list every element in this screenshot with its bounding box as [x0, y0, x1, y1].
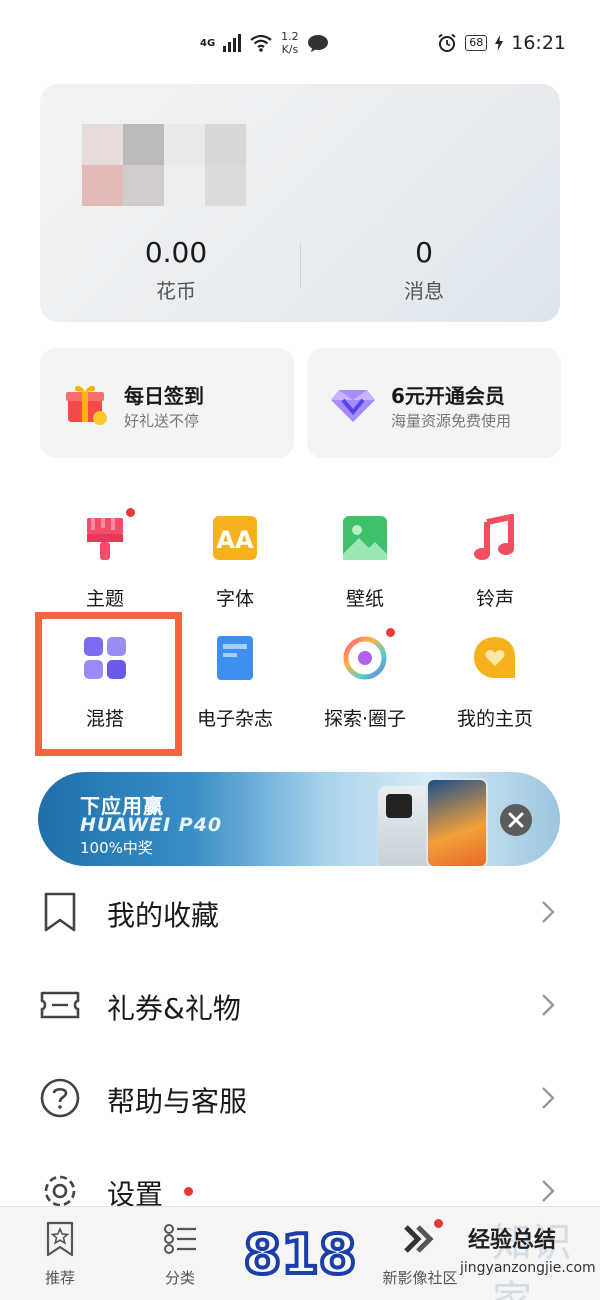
- message-icon: [307, 35, 328, 52]
- banner-line3: 100%中奖: [80, 839, 153, 857]
- menu-item-coupons[interactable]: 礼券&礼物: [0, 961, 600, 1053]
- 818-logo-icon: 818: [242, 1221, 359, 1288]
- nav-label-category: 分类: [164, 1269, 195, 1287]
- vip-card[interactable]: 6元开通会员 海量资源免费使用: [307, 348, 561, 458]
- nav-818-promo[interactable]: 818: [240, 1207, 360, 1300]
- profile-card: 0.00 花币 0 消息: [40, 84, 560, 322]
- watermark-url: jingyanzongjie.com: [460, 1260, 596, 1276]
- chevron-right-icon: [542, 901, 555, 923]
- daily-signin-card[interactable]: 每日签到 好礼送不停: [40, 348, 294, 458]
- diamond-icon: [331, 390, 375, 422]
- banner-line2: HUAWEI P40: [80, 814, 223, 836]
- grid-item-magazine[interactable]: 电子杂志: [170, 634, 300, 744]
- notification-dot: [386, 628, 395, 637]
- image-icon: [343, 516, 387, 560]
- phone-front-image: [426, 778, 488, 866]
- chevron-right-icon: [542, 1087, 555, 1109]
- menu-item-help[interactable]: 帮助与客服: [0, 1054, 600, 1146]
- stat-divider: [300, 244, 301, 288]
- grid-item-explore[interactable]: 探索·圈子: [300, 628, 430, 744]
- coins-value: 0.00: [144, 236, 208, 269]
- status-left-group: 4G 1.2 K/s: [200, 30, 329, 56]
- watermark-text: 经验总结: [468, 1228, 557, 1253]
- help-icon: [40, 1078, 80, 1118]
- signin-title: 每日签到: [124, 384, 204, 408]
- bookmark-icon: [44, 892, 76, 932]
- status-bar: 4G 1.2 K/s 68 16:21: [0, 0, 600, 88]
- music-note-icon: [474, 514, 514, 560]
- grid-label-font: 字体: [215, 588, 254, 610]
- grid-item-homepage[interactable]: 我的主页: [430, 634, 560, 744]
- menu-label-coupons: 礼券&礼物: [107, 992, 241, 1025]
- grid-label-theme: 主题: [85, 588, 124, 610]
- messages-value: 0: [415, 236, 433, 269]
- messages-stat[interactable]: 0 消息: [304, 236, 544, 304]
- grid-label-wallpaper: 壁纸: [345, 588, 384, 610]
- speed-unit: K/s: [281, 43, 299, 56]
- list-icon: [164, 1224, 196, 1254]
- double-chevron-icon: [404, 1225, 434, 1253]
- notification-dot: [184, 1187, 193, 1196]
- magazine-icon: [217, 636, 253, 680]
- grid-item-wallpaper[interactable]: 壁纸: [300, 514, 430, 624]
- speed-value: 1.2: [281, 30, 299, 43]
- signal-icon: [223, 34, 242, 52]
- charging-icon: [495, 35, 504, 51]
- highlight-box: [35, 612, 182, 756]
- close-icon[interactable]: [500, 804, 532, 836]
- signin-subtitle: 好礼送不停: [124, 412, 200, 430]
- menu-label-favorites: 我的收藏: [107, 899, 220, 932]
- network-speed: 1.2 K/s: [281, 30, 299, 56]
- star-bookmark-icon: [46, 1221, 74, 1257]
- status-right-group: 68 16:21: [437, 32, 566, 54]
- nav-category[interactable]: 分类: [120, 1207, 240, 1300]
- nav-community[interactable]: 新影像社区: [360, 1207, 480, 1300]
- promo-banner[interactable]: 下应用赢 HUAWEI P40 100%中奖: [38, 772, 560, 866]
- notification-dot: [126, 508, 135, 517]
- vip-title: 6元开通会员: [391, 384, 505, 408]
- chevron-right-icon: [542, 994, 555, 1016]
- notification-dot: [434, 1219, 443, 1228]
- menu-item-favorites[interactable]: 我的收藏: [0, 868, 600, 960]
- coins-stat[interactable]: 0.00 花币: [56, 236, 296, 304]
- wifi-icon: [250, 34, 272, 52]
- grid-item-font[interactable]: AA 字体: [170, 514, 300, 624]
- gift-icon: [66, 385, 107, 425]
- coins-label: 花币: [156, 279, 196, 303]
- menu-label-help: 帮助与客服: [107, 1085, 248, 1118]
- grid-label-ringtone: 铃声: [475, 588, 514, 610]
- clock: 16:21: [511, 32, 566, 54]
- grid-label-magazine: 电子杂志: [196, 708, 273, 730]
- avatar[interactable]: [82, 124, 246, 206]
- grid-item-ringtone[interactable]: 铃声: [430, 514, 560, 624]
- nav-recommend[interactable]: 推荐: [0, 1207, 120, 1300]
- vip-subtitle: 海量资源免费使用: [391, 412, 512, 430]
- nav-label-recommend: 推荐: [44, 1269, 75, 1287]
- messages-label: 消息: [404, 279, 444, 303]
- svg-text:AA: AA: [216, 526, 254, 554]
- alarm-icon: [438, 33, 456, 52]
- grid-item-theme[interactable]: 主题: [40, 508, 170, 624]
- explore-circle-icon: [343, 636, 387, 680]
- 818-logo-text: 818: [244, 1223, 357, 1286]
- grid-label-homepage: 我的主页: [456, 708, 533, 730]
- battery-icon: 68: [465, 35, 488, 51]
- grid-label-explore: 探索·圈子: [323, 708, 407, 730]
- chevron-right-icon: [542, 1180, 555, 1202]
- heart-bubble-icon: [474, 637, 515, 678]
- network-type: 4G: [200, 37, 216, 49]
- paint-brush-icon: [87, 518, 123, 560]
- ticket-icon: [40, 991, 80, 1019]
- font-icon: AA: [213, 516, 257, 560]
